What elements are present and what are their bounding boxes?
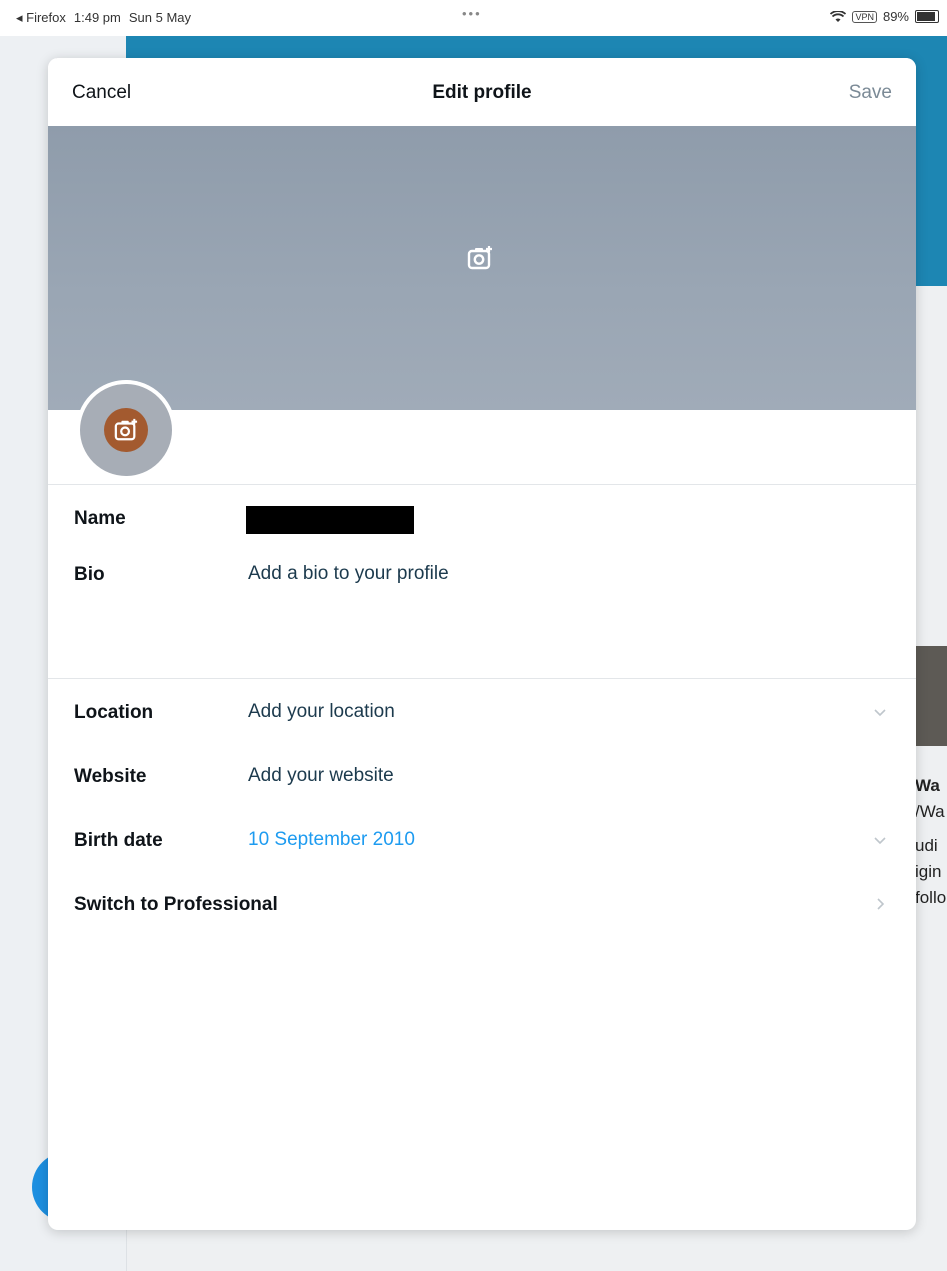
battery-percent: 89% [882, 9, 909, 24]
avatar-camera-button[interactable] [104, 408, 148, 452]
background-text: /Wa [915, 802, 945, 821]
cancel-button[interactable]: Cancel [72, 82, 131, 104]
sheet-header: Edit profile Cancel Save [48, 58, 916, 126]
background-text: Wa [915, 776, 940, 795]
switch-professional-row[interactable]: Switch to Professional [48, 884, 916, 924]
background-photo [915, 646, 947, 746]
battery-icon [915, 10, 939, 23]
background-text: follo [915, 888, 947, 907]
chevron-down-icon[interactable] [872, 704, 888, 720]
camera-add-icon[interactable] [466, 244, 494, 272]
save-button[interactable]: Save [849, 82, 892, 104]
bio-row[interactable]: Bio Add a bio to your profile [48, 554, 916, 674]
name-field[interactable] [246, 506, 414, 534]
birth-date-row[interactable]: Birth date 10 September 2010 [48, 820, 916, 860]
edit-profile-sheet: Edit profile Cancel Save Name Bio Add a … [48, 58, 916, 1230]
location-row[interactable]: Location Add your location [48, 692, 916, 732]
bio-label: Bio [74, 564, 105, 585]
multitasking-dots[interactable]: ••• [462, 6, 482, 21]
name-row[interactable]: Name [48, 498, 916, 538]
birth-date-field[interactable]: 10 September 2010 [248, 829, 415, 851]
birth-date-label: Birth date [74, 830, 163, 851]
location-field[interactable]: Add your location [248, 701, 395, 723]
back-to-app[interactable]: ◂ Firefox [16, 10, 66, 26]
status-bar: ◂ Firefox 1:49 pm Sun 5 May ••• VPN 89% [0, 0, 947, 36]
page-title: Edit profile [432, 82, 532, 103]
website-field[interactable]: Add your website [248, 765, 394, 787]
divider [48, 484, 916, 485]
website-label: Website [74, 766, 147, 787]
bio-field[interactable]: Add a bio to your profile [248, 563, 449, 585]
chevron-right-icon[interactable] [872, 896, 888, 912]
camera-add-icon [114, 418, 138, 441]
divider [48, 678, 916, 679]
status-time: 1:49 pm [73, 10, 121, 25]
chevron-down-icon[interactable] [872, 832, 888, 848]
header-banner[interactable] [48, 126, 916, 410]
vpn-badge: VPN [852, 10, 877, 23]
switch-professional-label[interactable]: Switch to Professional [74, 894, 278, 916]
background-text: igin [915, 862, 942, 881]
avatar[interactable] [76, 380, 176, 480]
website-row[interactable]: Website Add your website [48, 756, 916, 796]
status-date: Sun 5 May [128, 10, 192, 25]
background-text: udi [915, 836, 938, 855]
location-label: Location [74, 702, 154, 723]
wifi-icon [830, 10, 847, 22]
name-label: Name [74, 508, 126, 529]
